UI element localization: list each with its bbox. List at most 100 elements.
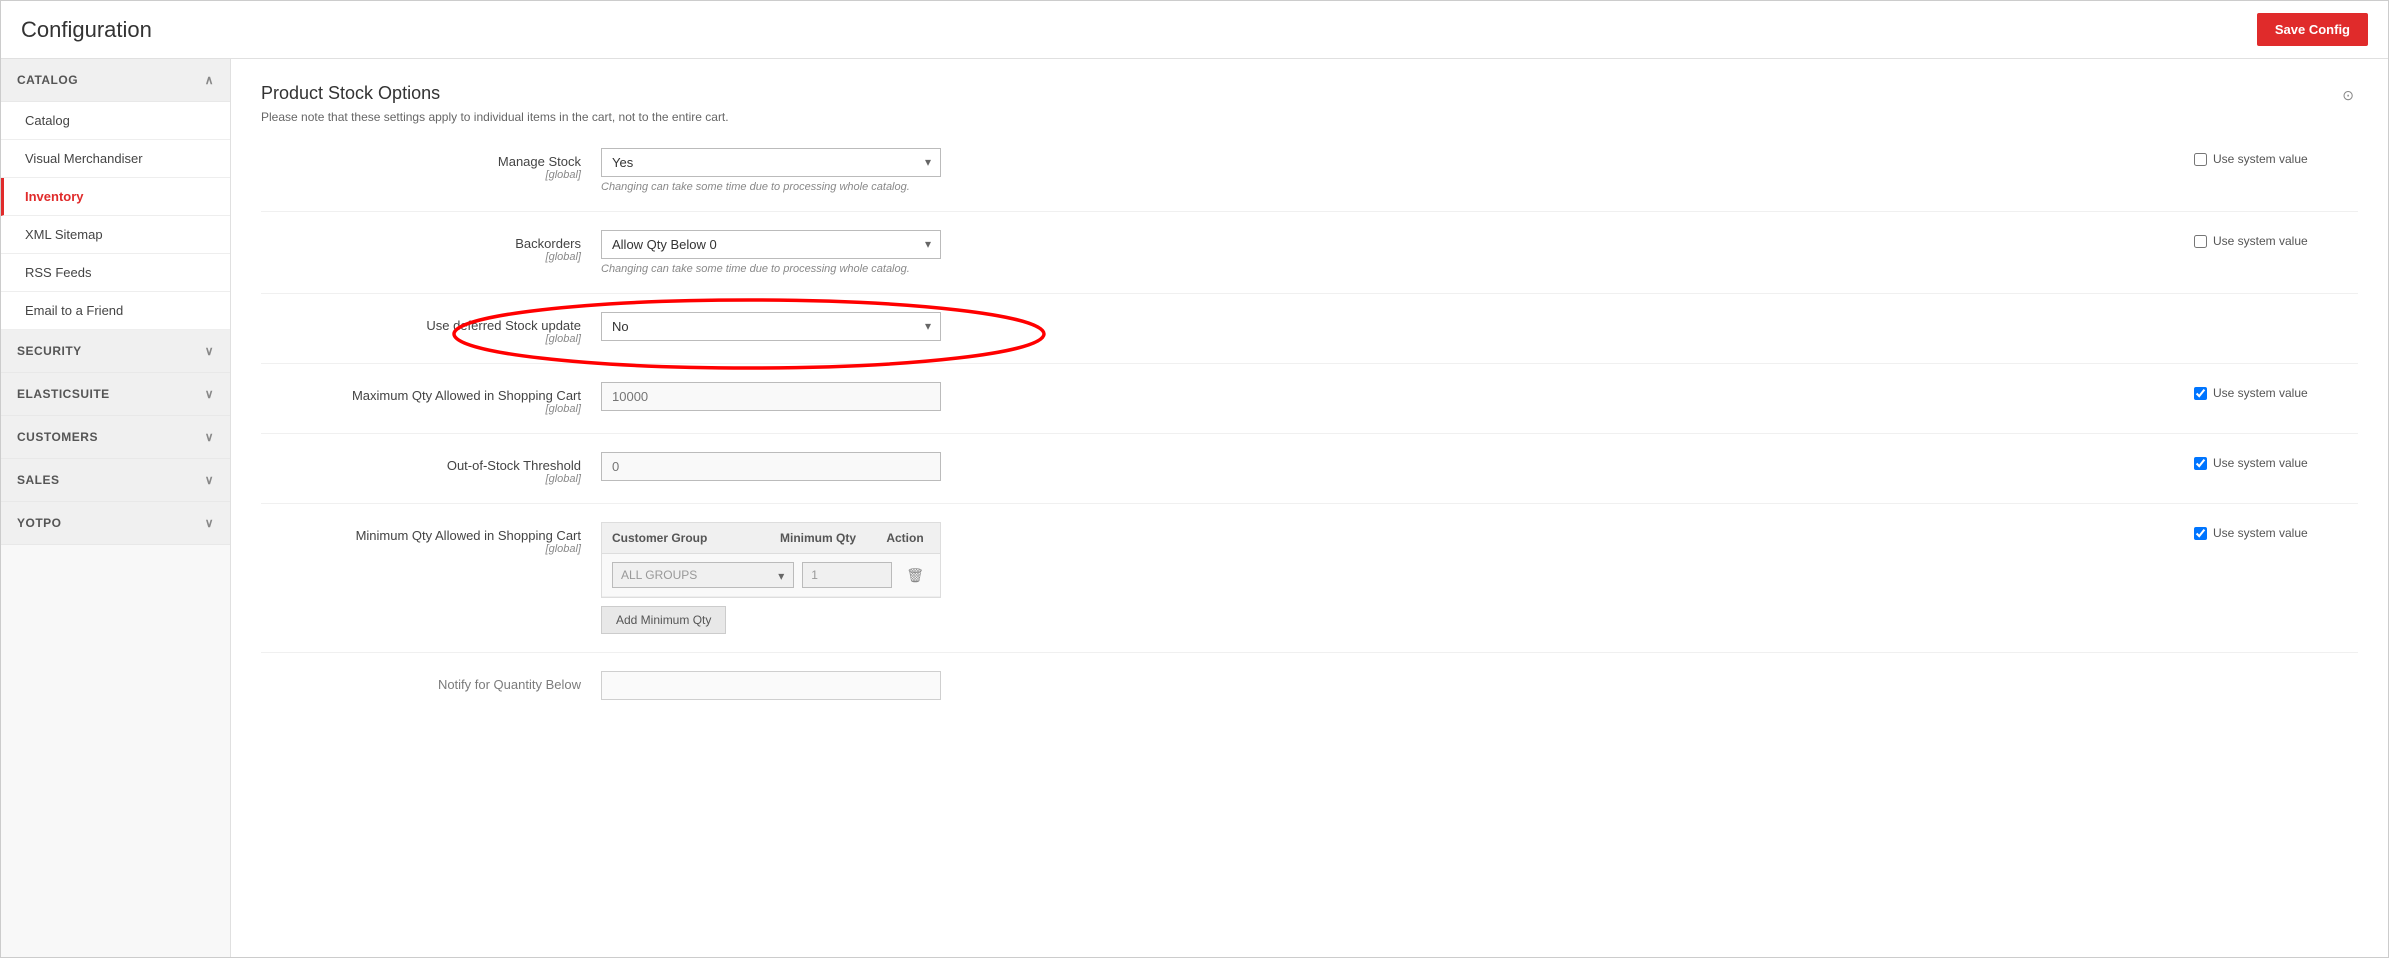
min-qty-control: Customer Group Minimum Qty Action ALL GR… (601, 522, 2178, 634)
backorders-control: No Backorders Allow Qty Below 0 Allow Qt… (601, 230, 2178, 275)
notify-qty-label-col: Notify for Quantity Below (261, 671, 601, 692)
sidebar-item-email-to-friend[interactable]: Email to a Friend (1, 292, 230, 330)
min-qty-action: Use system value (2178, 522, 2358, 540)
min-qty-table-header: Customer Group Minimum Qty Action (602, 523, 940, 554)
main-content: Product Stock Options Please note that t… (231, 59, 2388, 957)
min-qty-table-row: ALL GROUPS 🗑 (602, 554, 940, 597)
backorders-label-col: Backorders [global] (261, 230, 601, 263)
elasticsuite-section-label: ELASTICSUITE (17, 387, 110, 401)
notify-qty-control (601, 671, 2358, 700)
max-qty-use-system[interactable]: Use system value (2194, 386, 2358, 400)
sidebar-item-visual-merchandiser[interactable]: Visual Merchandiser (1, 140, 230, 178)
catalog-items-list: Catalog Visual Merchandiser Inventory XM… (1, 102, 230, 330)
catalog-section-label: CATALOG (17, 73, 78, 87)
section-desc: Please note that these settings apply to… (261, 110, 729, 124)
sidebar-item-inventory[interactable]: Inventory (1, 178, 230, 216)
out-of-stock-input[interactable] (601, 452, 941, 481)
out-of-stock-use-system[interactable]: Use system value (2194, 456, 2358, 470)
out-of-stock-scope: [global] (261, 473, 581, 485)
security-chevron: ∨ (205, 344, 214, 358)
max-qty-row: Maximum Qty Allowed in Shopping Cart [gl… (261, 382, 2358, 434)
form-section: Manage Stock [global] Yes No Changing ca… (261, 148, 2358, 700)
min-qty-value-input[interactable] (802, 562, 892, 588)
out-of-stock-label: Out-of-Stock Threshold (447, 458, 581, 473)
max-qty-input[interactable] (601, 382, 941, 411)
backorders-use-system[interactable]: Use system value (2194, 234, 2358, 248)
notify-qty-label: Notify for Quantity Below (438, 677, 581, 692)
add-minimum-qty-button[interactable]: Add Minimum Qty (601, 606, 726, 634)
min-qty-table: Customer Group Minimum Qty Action ALL GR… (601, 522, 941, 598)
manage-stock-scope: [global] (261, 169, 581, 181)
backorders-checkbox[interactable] (2194, 235, 2207, 248)
sidebar-section-security[interactable]: SECURITY ∨ (1, 330, 230, 373)
deferred-stock-label-col: Use deferred Stock update [global] (261, 312, 601, 345)
out-of-stock-control (601, 452, 2178, 481)
deferred-stock-row: Use deferred Stock update [global] No Ye… (261, 312, 2358, 364)
notify-qty-row: Notify for Quantity Below (261, 671, 2358, 700)
elasticsuite-chevron: ∨ (205, 387, 214, 401)
delete-min-qty-button[interactable]: 🗑 (900, 565, 930, 586)
min-qty-label-col: Minimum Qty Allowed in Shopping Cart [gl… (261, 522, 601, 555)
sidebar-section-sales[interactable]: SALES ∨ (1, 459, 230, 502)
sales-section-label: SALES (17, 473, 60, 487)
yotpo-chevron: ∨ (205, 516, 214, 530)
sidebar-section-yotpo[interactable]: YOTPO ∨ (1, 502, 230, 545)
sidebar: CATALOG ∧ Catalog Visual Merchandiser In… (1, 59, 231, 957)
sidebar-section-customers[interactable]: CUSTOMERS ∨ (1, 416, 230, 459)
backorders-select[interactable]: No Backorders Allow Qty Below 0 Allow Qt… (601, 230, 941, 259)
deferred-stock-label: Use deferred Stock update (426, 318, 581, 333)
manage-stock-control: Yes No Changing can take some time due t… (601, 148, 2178, 193)
deferred-stock-control: No Yes (601, 312, 2178, 341)
min-qty-checkbox[interactable] (2194, 527, 2207, 540)
manage-stock-row: Manage Stock [global] Yes No Changing ca… (261, 148, 2358, 212)
section-title: Product Stock Options (261, 83, 729, 104)
backorders-label: Backorders (515, 236, 581, 251)
out-of-stock-label-col: Out-of-Stock Threshold [global] (261, 452, 601, 485)
max-qty-checkbox[interactable] (2194, 387, 2207, 400)
min-qty-scope: [global] (261, 543, 581, 555)
header: Configuration Save Config (1, 1, 2388, 59)
page-title: Configuration (21, 17, 152, 43)
sidebar-section-elasticsuite[interactable]: ELASTICSUITE ∨ (1, 373, 230, 416)
body-wrapper: CATALOG ∧ Catalog Visual Merchandiser In… (1, 59, 2388, 957)
sidebar-item-rss-feeds[interactable]: RSS Feeds (1, 254, 230, 292)
manage-stock-select[interactable]: Yes No (601, 148, 941, 177)
manage-stock-use-system[interactable]: Use system value (2194, 152, 2358, 166)
min-qty-use-system[interactable]: Use system value (2194, 526, 2358, 540)
deferred-stock-select[interactable]: No Yes (601, 312, 941, 341)
backorders-hint: Changing can take some time due to proce… (601, 263, 2178, 275)
out-of-stock-row: Out-of-Stock Threshold [global] Use syst… (261, 452, 2358, 504)
collapse-icon[interactable]: ⊙ (2338, 83, 2358, 108)
security-section-label: SECURITY (17, 344, 82, 358)
manage-stock-action: Use system value (2178, 148, 2358, 166)
max-qty-control (601, 382, 2178, 411)
min-qty-col-qty: Minimum Qty (780, 531, 880, 545)
sidebar-section-catalog[interactable]: CATALOG ∧ (1, 59, 230, 102)
deferred-stock-scope: [global] (261, 333, 581, 345)
manage-stock-select-wrapper: Yes No (601, 148, 941, 177)
manage-stock-checkbox[interactable] (2194, 153, 2207, 166)
max-qty-label-col: Maximum Qty Allowed in Shopping Cart [gl… (261, 382, 601, 415)
deferred-stock-action (2178, 312, 2358, 316)
save-config-button[interactable]: Save Config (2257, 13, 2368, 46)
manage-stock-label: Manage Stock (498, 154, 581, 169)
all-groups-select[interactable]: ALL GROUPS (612, 562, 794, 588)
deferred-stock-select-wrapper: No Yes (601, 312, 941, 341)
sidebar-item-xml-sitemap[interactable]: XML Sitemap (1, 216, 230, 254)
backorders-action: Use system value (2178, 230, 2358, 248)
out-of-stock-checkbox[interactable] (2194, 457, 2207, 470)
max-qty-label: Maximum Qty Allowed in Shopping Cart (352, 388, 581, 403)
manage-stock-hint: Changing can take some time due to proce… (601, 181, 2178, 193)
min-qty-col-group: Customer Group (612, 531, 780, 545)
min-qty-label: Minimum Qty Allowed in Shopping Cart (356, 528, 581, 543)
max-qty-action: Use system value (2178, 382, 2358, 400)
min-qty-group-select-wrapper: ALL GROUPS (612, 562, 794, 588)
sidebar-item-catalog[interactable]: Catalog (1, 102, 230, 140)
customers-chevron: ∨ (205, 430, 214, 444)
catalog-chevron-up: ∧ (205, 73, 214, 87)
page-wrapper: Configuration Save Config CATALOG ∧ Cata… (0, 0, 2389, 958)
backorders-scope: [global] (261, 251, 581, 263)
min-qty-col-action: Action (880, 531, 930, 545)
max-qty-scope: [global] (261, 403, 581, 415)
notify-qty-input[interactable] (601, 671, 941, 700)
